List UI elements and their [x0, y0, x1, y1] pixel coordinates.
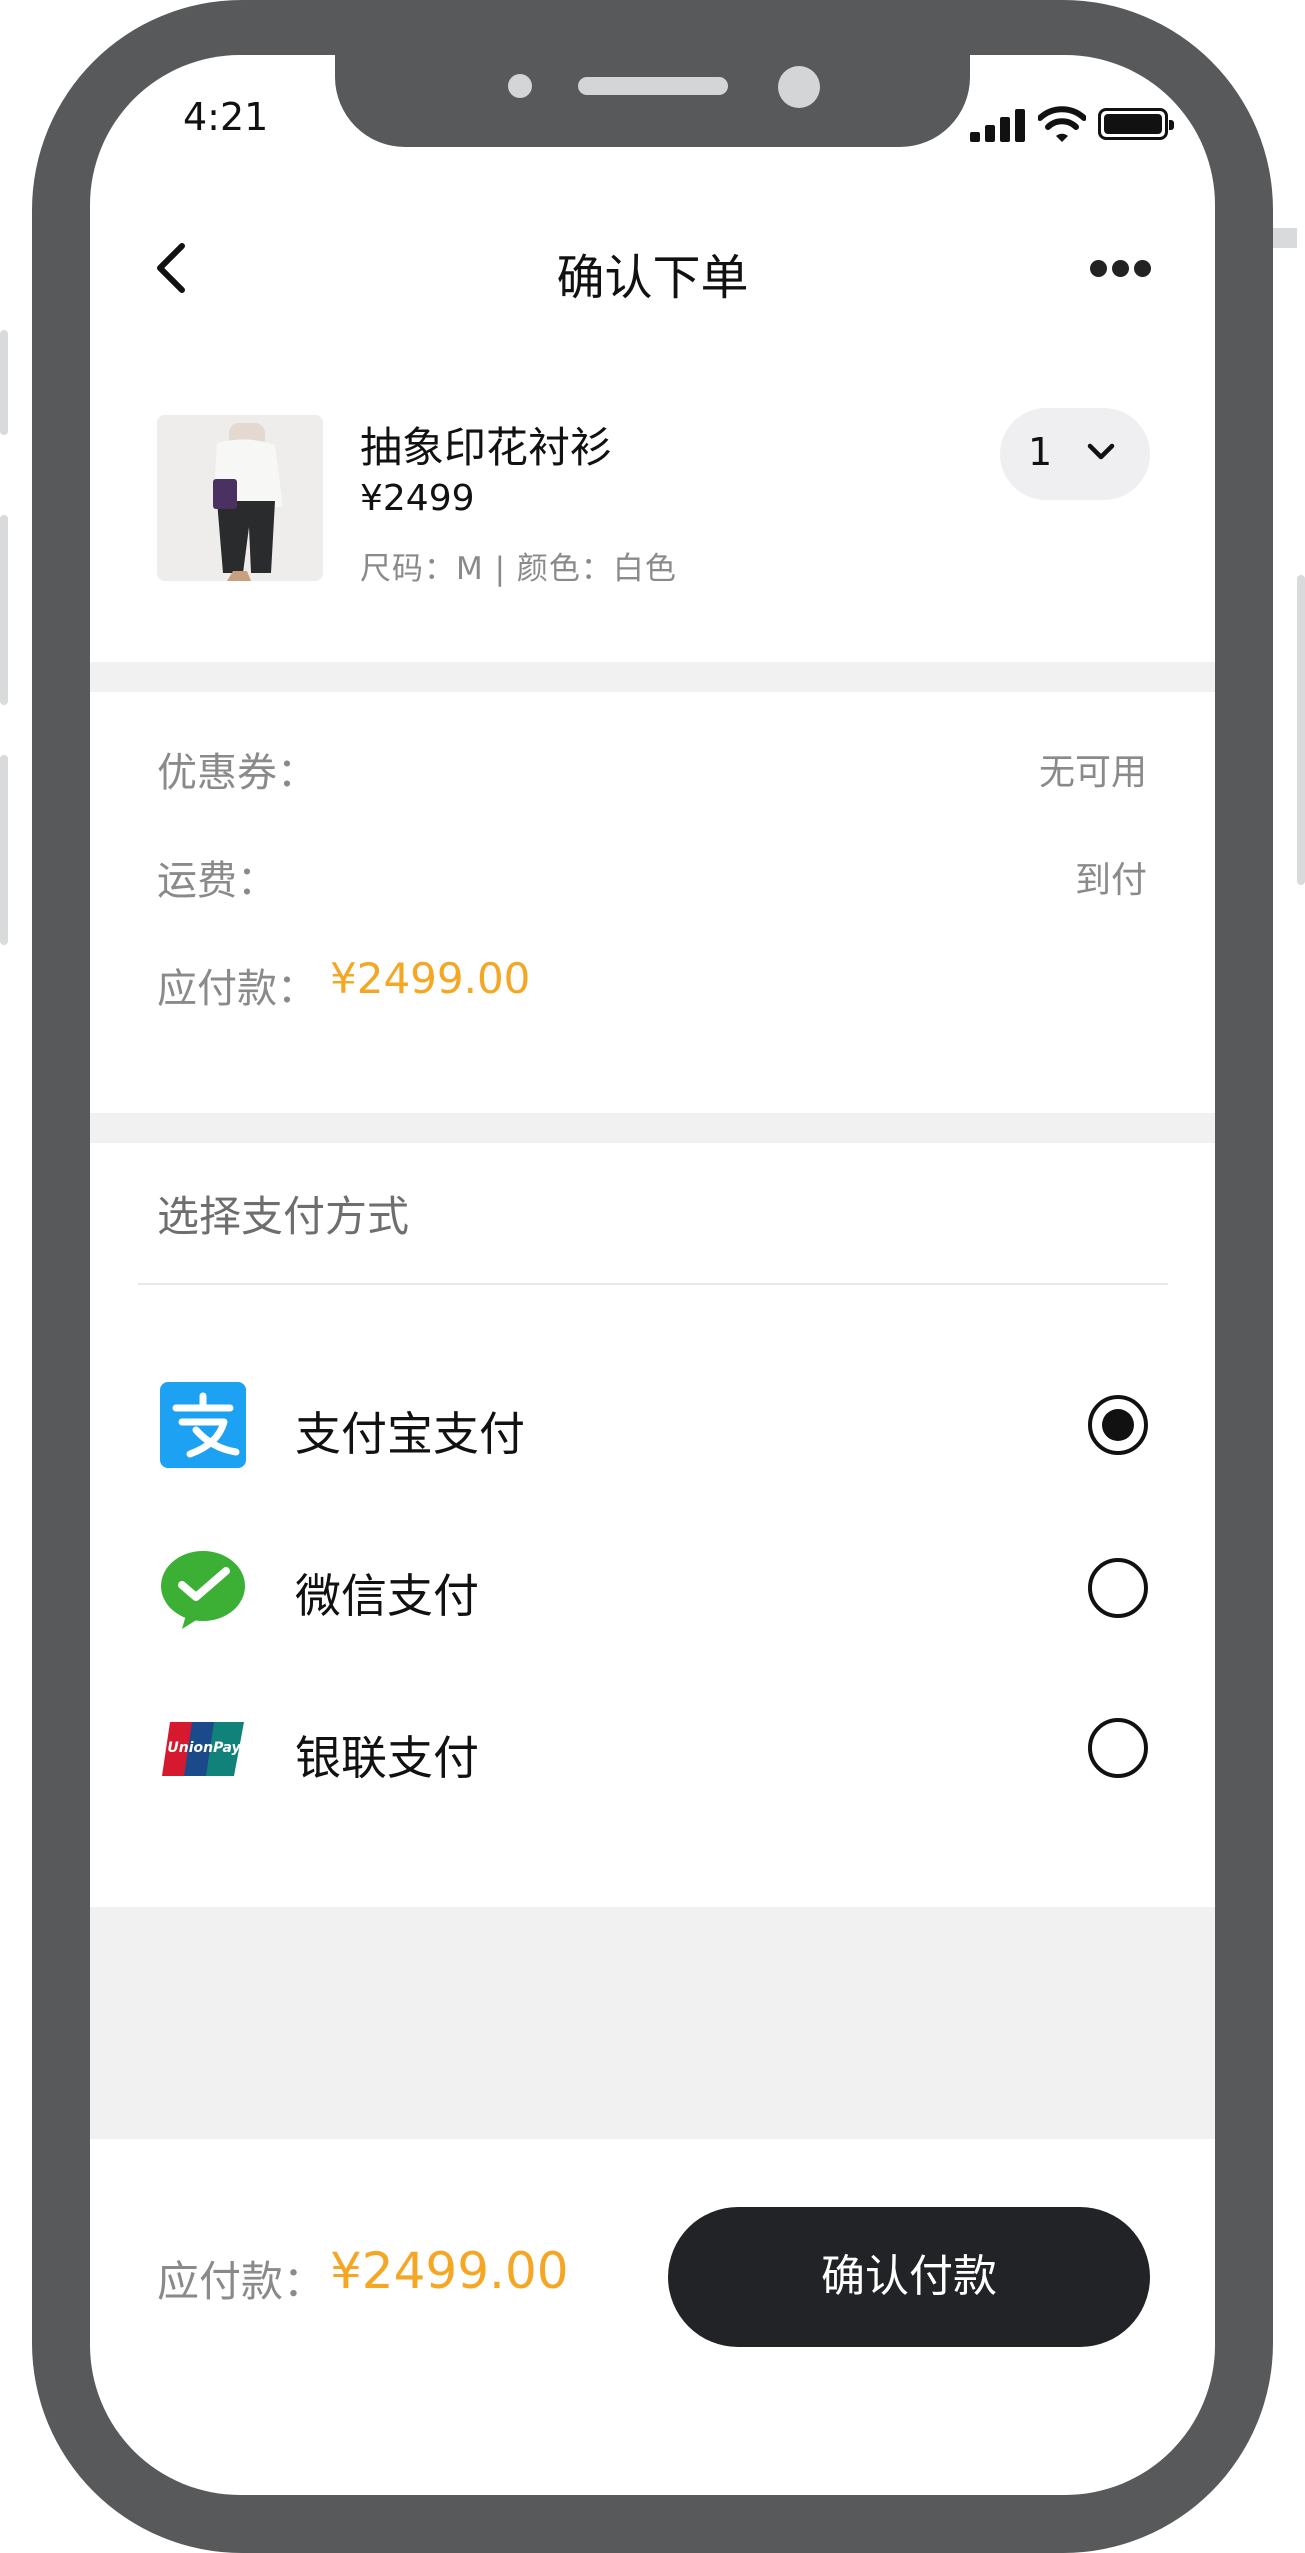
more-icon[interactable] — [1090, 258, 1152, 280]
amount-due-label: 应付款： — [157, 966, 317, 1012]
product-thumbnail — [157, 415, 323, 581]
amount-due-value: ¥2499.00 — [330, 954, 531, 1003]
confirm-payment-button[interactable]: 确认付款 — [668, 2207, 1150, 2347]
footer-amount-due-label: 应付款： — [157, 2257, 326, 2306]
side-button — [1297, 575, 1305, 885]
chevron-down-icon — [1087, 443, 1115, 460]
section-divider — [90, 662, 1215, 692]
quantity-selector[interactable]: 1 — [1000, 408, 1150, 500]
notch — [335, 55, 970, 147]
quantity-value: 1 — [1028, 430, 1053, 474]
shipping-value: 到付 — [1074, 860, 1147, 901]
unionpay-icon: UnionPay — [162, 1722, 244, 1776]
wechat-pay-icon — [161, 1551, 245, 1629]
battery-icon — [1098, 108, 1174, 140]
radio-selected[interactable] — [1088, 1395, 1148, 1455]
wifi-icon — [1038, 106, 1086, 142]
front-camera — [778, 66, 820, 108]
side-button — [0, 330, 8, 435]
cellular-signal-icon — [970, 108, 1026, 142]
side-button — [0, 515, 8, 705]
svg-text:UnionPay: UnionPay — [167, 1740, 241, 1756]
status-time: 4:21 — [183, 95, 269, 139]
side-button — [0, 755, 8, 945]
shipping-label: 运费： — [157, 858, 277, 904]
radio-unselected[interactable] — [1088, 1718, 1148, 1778]
section-divider — [90, 1907, 1215, 2139]
coupon-label: 优惠券： — [157, 750, 317, 796]
radio-unselected[interactable] — [1088, 1558, 1148, 1618]
divider — [138, 1283, 1168, 1285]
alipay-icon — [160, 1382, 246, 1468]
product-name: 抽象印花衬衫 — [360, 423, 613, 472]
speaker — [578, 77, 728, 95]
payment-option-label: 银联支付 — [295, 1731, 479, 1785]
payment-option-label: 支付宝支付 — [295, 1407, 525, 1461]
footer-amount-due-value: ¥2499.00 — [330, 2242, 569, 2300]
section-divider — [90, 1113, 1215, 1143]
payment-section-title: 选择支付方式 — [157, 1192, 410, 1241]
sensor — [508, 74, 532, 98]
product-price: ¥2499 — [360, 478, 475, 519]
product-spec: 尺码：M | 颜色：白色 — [360, 551, 677, 587]
payment-option-label: 微信支付 — [295, 1569, 479, 1623]
coupon-value[interactable]: 无可用 — [1039, 743, 1147, 795]
